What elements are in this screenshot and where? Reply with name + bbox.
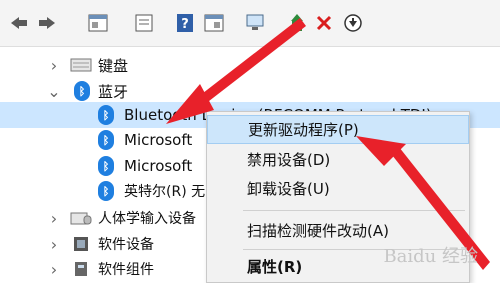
annotation-arrows — [166, 18, 490, 270]
watermark: Baidu 经验 — [383, 246, 478, 267]
red-arrow-icon — [166, 18, 306, 124]
